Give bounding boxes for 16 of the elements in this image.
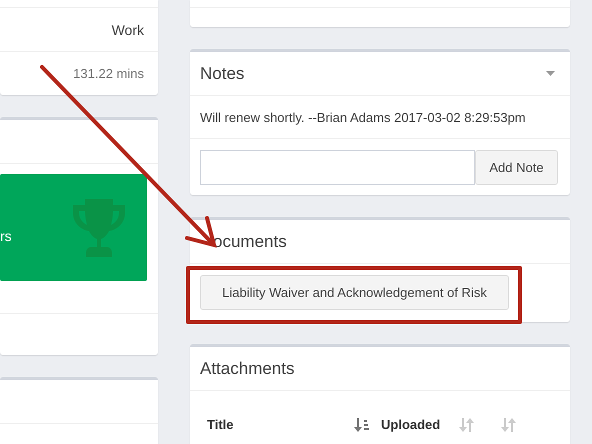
detail-value: Work [112, 22, 144, 38]
caret-icon [546, 71, 555, 76]
add-note-button[interactable]: Add Note [475, 150, 558, 185]
column-header[interactable]: Title [207, 417, 234, 432]
detail-value: 131.22 mins [73, 66, 144, 81]
tile-label: rs [0, 228, 12, 244]
note-text: Will renew shortly. --Brian Adams 2017-03-02 8:29:53pm [200, 110, 526, 124]
panel-title: Attachments [200, 358, 294, 378]
column-header[interactable]: Uploaded [381, 417, 440, 432]
sort-icon[interactable] [459, 418, 474, 432]
sort-icon[interactable] [501, 418, 516, 432]
panel-title: ocuments [213, 232, 287, 252]
panel-title: Notes [200, 64, 244, 84]
document-button[interactable]: Liability Waiver and Acknowledgement of Risk [200, 275, 509, 310]
sort-descending-icon[interactable] [354, 418, 369, 432]
note-input-field[interactable] [200, 150, 475, 185]
